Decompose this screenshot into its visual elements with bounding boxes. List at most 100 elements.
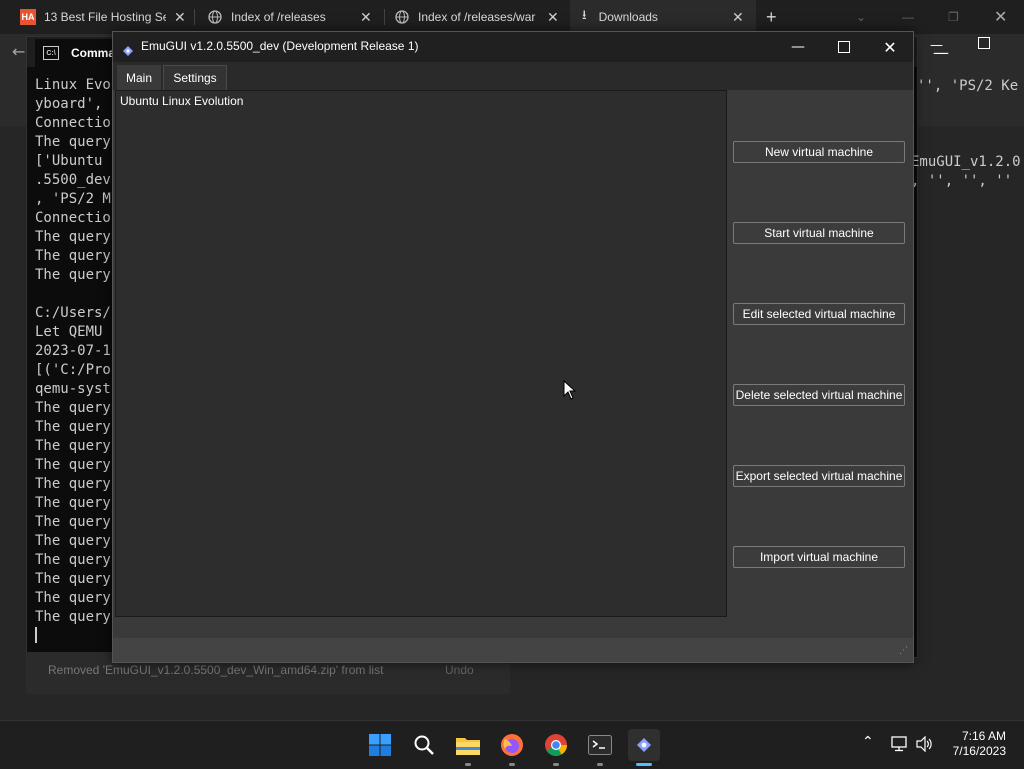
chrome-button[interactable] xyxy=(540,729,572,761)
close-icon[interactable]: ✕ xyxy=(360,9,372,26)
system-clock[interactable]: 7:16 AM 7/16/2023 xyxy=(953,729,1006,759)
firefox-button[interactable] xyxy=(496,729,528,761)
clock-date: 7/16/2023 xyxy=(952,744,1006,758)
ha-logo-icon: HA xyxy=(20,9,36,25)
undo-link[interactable]: Undo xyxy=(445,663,474,677)
vm-list-item[interactable]: Ubuntu Linux Evolution xyxy=(120,94,243,108)
status-bar xyxy=(113,638,913,662)
emugui-window: EmuGUI v1.2.0.5500_dev (Development Rele… xyxy=(112,31,914,663)
vm-list[interactable]: Ubuntu Linux Evolution xyxy=(115,90,727,617)
terminal-line: 2023-07-1 xyxy=(35,343,111,359)
network-icon[interactable] xyxy=(891,736,909,752)
terminal-line: Connectio xyxy=(35,210,111,226)
clock-time: 7:16 AM xyxy=(961,729,1006,743)
browser-minimize-button[interactable]: — xyxy=(902,0,916,34)
emugui-icon xyxy=(637,738,651,752)
close-icon: ✕ xyxy=(994,9,1008,26)
delete-vm-button[interactable]: Delete selected virtual machine xyxy=(733,384,905,406)
terminal-line: The query xyxy=(35,267,111,283)
firefox-icon xyxy=(501,734,523,756)
volume-icon[interactable] xyxy=(916,736,934,752)
tab-label: Downloads xyxy=(598,10,658,24)
windows-start-icon xyxy=(369,734,391,756)
emugui-titlebar[interactable]: EmuGUI v1.2.0.5500_dev (Development Rele… xyxy=(113,32,913,62)
terminal-line: The query xyxy=(35,514,111,530)
close-icon[interactable]: ✕ xyxy=(547,9,559,26)
terminal-line: The query xyxy=(35,400,111,416)
tab-label: Index of /releases/war xyxy=(418,10,536,24)
terminal-line: The query xyxy=(35,590,111,606)
file-explorer-button[interactable] xyxy=(452,729,484,761)
terminal-maximize-button[interactable] xyxy=(978,37,990,49)
browser-tab-downloads[interactable]: ⭳ Downloads ✕ xyxy=(570,0,756,34)
terminal-line: The query xyxy=(35,552,111,568)
emugui-tab-bar: Main Settings xyxy=(113,62,913,90)
terminal-line: The query xyxy=(35,438,111,454)
emugui-app-icon xyxy=(123,41,133,56)
download-notice-text: Removed 'EmuGUI_v1.2.0.5500_dev_Win_amd6… xyxy=(48,663,384,677)
file-explorer-icon xyxy=(456,738,480,755)
cmd-icon: C:\ xyxy=(43,46,59,60)
import-vm-button[interactable]: Import virtual machine xyxy=(733,546,905,568)
export-vm-button[interactable]: Export selected virtual machine xyxy=(733,465,905,487)
start-vm-button[interactable]: Start virtual machine xyxy=(733,222,905,244)
download-icon: ⭳ xyxy=(582,7,587,22)
globe-icon xyxy=(208,10,222,24)
terminal-line: The query xyxy=(35,457,111,473)
terminal-line: C:/Users/ xyxy=(35,305,111,321)
resize-grip-icon[interactable]: ⋰ xyxy=(899,646,908,656)
terminal-line: The query xyxy=(35,476,111,492)
terminal-line: The query xyxy=(35,419,111,435)
close-icon[interactable]: ✕ xyxy=(732,9,744,26)
terminal-line: Let QEMU xyxy=(35,324,103,340)
minimize-icon: — xyxy=(791,39,805,55)
terminal-line: Linux Evo xyxy=(35,77,111,93)
tab-main-label: Main xyxy=(125,70,152,85)
tab-settings[interactable]: Settings xyxy=(163,65,227,90)
terminal-icon xyxy=(588,735,612,755)
close-icon[interactable]: ✕ xyxy=(174,9,186,26)
minimize-button[interactable]: — xyxy=(775,32,821,62)
restore-icon: ❐ xyxy=(948,10,959,24)
back-arrow-icon[interactable]: ← xyxy=(12,42,25,61)
browser-tab-releases-war[interactable]: Index of /releases/war ✕ xyxy=(384,0,570,34)
terminal-line: The query xyxy=(35,609,111,625)
start-button[interactable] xyxy=(364,729,396,761)
close-icon: ✕ xyxy=(883,37,897,57)
browser-restore-button[interactable]: ❐ xyxy=(948,0,962,34)
chevron-down-icon: ⌄ xyxy=(856,10,867,24)
browser-close-button[interactable]: ✕ xyxy=(994,0,1008,34)
terminal-line: The query xyxy=(35,134,111,150)
maximize-button[interactable] xyxy=(821,32,867,62)
browser-tab-releases[interactable]: Index of /releases ✕ xyxy=(196,0,382,34)
new-tab-button[interactable]: + xyxy=(766,0,786,34)
terminal-line: qemu-syst xyxy=(35,381,111,397)
plus-icon: + xyxy=(766,6,777,27)
tab-label: Index of /releases xyxy=(231,10,326,24)
terminal-line: , 'PS/2 M xyxy=(35,191,111,207)
window-title: EmuGUI v1.2.0.5500_dev (Development Rele… xyxy=(141,39,419,53)
tab-main[interactable]: Main xyxy=(117,65,161,90)
browser-tab-file-hosting[interactable]: HA 13 Best File Hosting Se ✕ xyxy=(0,0,192,34)
terminal-minimize-button[interactable]: — xyxy=(930,38,943,53)
emugui-taskbar-button[interactable] xyxy=(628,729,660,761)
terminal-line: The query xyxy=(35,248,111,264)
terminal-cursor xyxy=(35,627,37,643)
new-vm-button[interactable]: New virtual machine xyxy=(733,141,905,163)
mouse-cursor-icon xyxy=(563,380,577,400)
edit-vm-button[interactable]: Edit selected virtual machine xyxy=(733,303,905,325)
terminal-line-right: EmuGUI_v1.2.0 xyxy=(911,154,1021,170)
maximize-icon xyxy=(838,41,850,53)
tab-list-button[interactable]: ⌄ xyxy=(856,0,870,34)
chevron-up-icon[interactable]: ⌃ xyxy=(862,734,874,750)
terminal-line: [('C:/Pro xyxy=(35,362,111,378)
terminal-line: The query xyxy=(35,571,111,587)
close-button[interactable]: ✕ xyxy=(867,32,913,62)
terminal-button[interactable] xyxy=(584,729,616,761)
tab-settings-label: Settings xyxy=(173,71,217,85)
terminal-line: Connectio xyxy=(35,115,111,131)
search-button[interactable] xyxy=(408,729,440,761)
terminal-line: yboard', xyxy=(35,96,103,112)
search-icon xyxy=(414,735,434,755)
terminal-line: The query xyxy=(35,495,111,511)
